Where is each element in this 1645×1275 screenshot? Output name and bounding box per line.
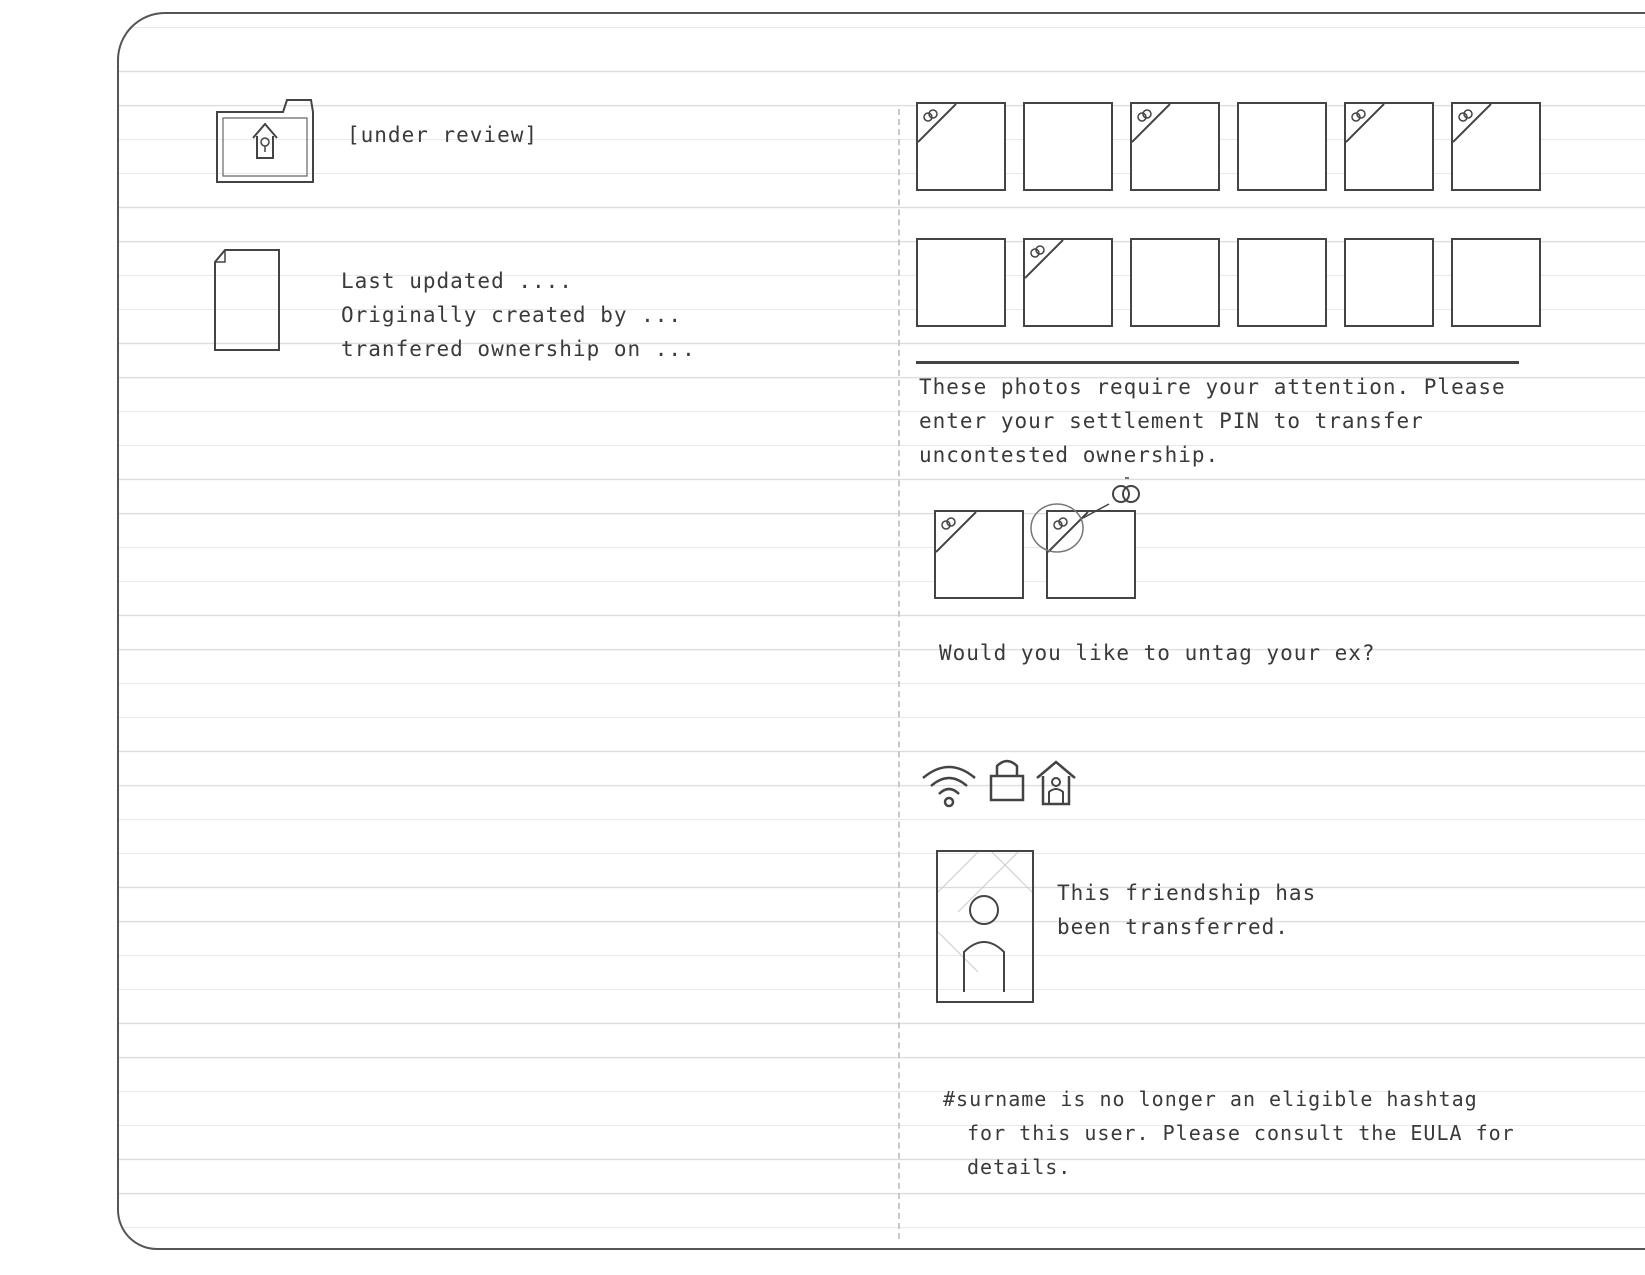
transferred-ownership-text: tranfered ownership on ...: [341, 337, 696, 361]
attention-notice: These photos require your attention. Ple…: [919, 370, 1506, 472]
friendship-card[interactable]: [936, 850, 1034, 1003]
wifi-icon[interactable]: [919, 762, 979, 812]
folder-status: [under review]: [347, 123, 539, 147]
photo-thumbnail[interactable]: [1451, 238, 1541, 327]
folder-home-lock-icon[interactable]: [215, 96, 319, 186]
rings-icon: [1025, 240, 1064, 279]
notice-line-2: enter your settlement PIN to transfer: [919, 409, 1424, 433]
notice-line-3: uncontested ownership.: [919, 443, 1220, 467]
hashtag-line-3: details.: [967, 1155, 1072, 1179]
notebook-page: [under review] Last updated .... Origina…: [117, 12, 1645, 1250]
photo-thumbnail[interactable]: [1344, 102, 1434, 191]
document-icon[interactable]: [213, 248, 283, 354]
hashtag-line-2: for this user. Please consult the EULA f…: [967, 1121, 1515, 1145]
hashtag-notice: #surname is no longer an eligible hashta…: [943, 1082, 1515, 1184]
photo-thumbnail[interactable]: [1023, 102, 1113, 191]
person-icon: [938, 852, 1032, 992]
untag-question[interactable]: Would you like to untag your ex?: [939, 636, 1376, 670]
notice-line-1: These photos require your attention. Ple…: [919, 375, 1506, 399]
photo-thumbnail[interactable]: [1237, 238, 1327, 327]
photo-thumbnail[interactable]: [1130, 238, 1220, 327]
photo-thumbnail[interactable]: [1130, 102, 1220, 191]
rings-icon: [918, 104, 957, 143]
divider: [916, 361, 1519, 364]
hashtag-line-1: #surname is no longer an eligible hashta…: [943, 1087, 1478, 1111]
rings-icon: [1132, 104, 1171, 143]
rings-icon[interactable]: [1107, 474, 1147, 514]
tagged-photo[interactable]: [934, 510, 1024, 599]
photo-thumbnail[interactable]: [1023, 238, 1113, 327]
photo-thumbnail[interactable]: [1237, 102, 1327, 191]
rings-icon: [1346, 104, 1385, 143]
photo-thumbnail[interactable]: [1451, 102, 1541, 191]
friendship-message: This friendship has been transferred.: [1057, 876, 1316, 944]
photo-thumbnail[interactable]: [916, 238, 1006, 327]
photo-thumbnail[interactable]: [916, 102, 1006, 191]
home-person-icon[interactable]: [1035, 758, 1077, 808]
created-by-text: Originally created by ...: [341, 303, 683, 327]
lock-icon[interactable]: [987, 756, 1027, 806]
friendship-line-2: been transferred.: [1057, 915, 1289, 939]
last-updated-text: Last updated ....: [341, 269, 573, 293]
friendship-line-1: This friendship has: [1057, 881, 1317, 905]
rings-icon: [1453, 104, 1492, 143]
document-meta: Last updated .... Originally created by …: [341, 264, 696, 366]
photo-thumbnail[interactable]: [1344, 238, 1434, 327]
page-fold: [898, 109, 900, 1239]
ruled-lines: [119, 14, 1645, 1248]
